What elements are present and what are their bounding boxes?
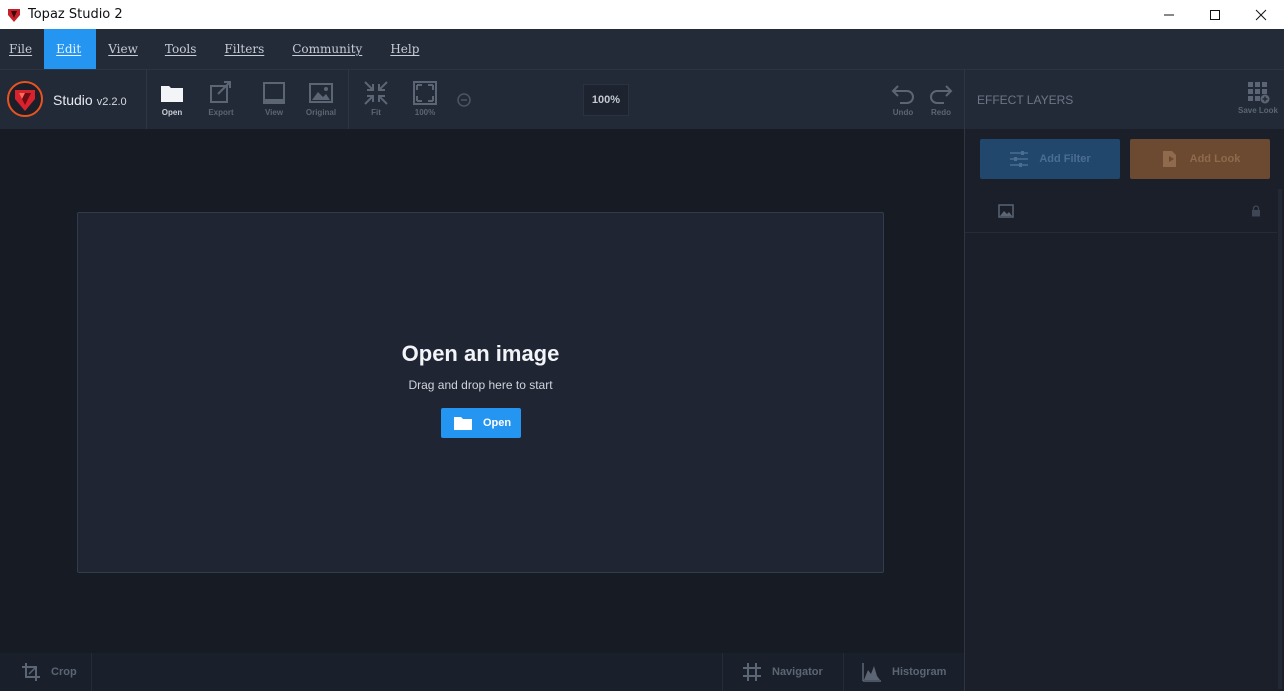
fit-tool-button[interactable]: Fit bbox=[356, 80, 396, 117]
add-look-label: Add Look bbox=[1189, 153, 1241, 165]
actual-size-tool-button[interactable]: 100% bbox=[405, 80, 445, 117]
view-tool-label: View bbox=[264, 108, 284, 117]
minimize-button[interactable] bbox=[1146, 0, 1192, 29]
lock-icon[interactable] bbox=[1251, 205, 1261, 217]
brand-name: Studio v2.2.0 bbox=[53, 92, 127, 108]
zoom-level[interactable]: 100% bbox=[583, 84, 629, 116]
maximize-icon bbox=[1210, 9, 1220, 20]
menu-community[interactable]: Community bbox=[276, 29, 374, 69]
toolbar-divider bbox=[146, 70, 147, 130]
topaz-logo-icon bbox=[7, 81, 43, 117]
histogram-icon bbox=[862, 663, 881, 682]
crop-icon bbox=[22, 663, 40, 681]
menu-view[interactable]: View bbox=[96, 29, 150, 69]
actual-size-tool-label: 100% bbox=[414, 108, 436, 117]
export-tool-button[interactable]: Export bbox=[201, 80, 241, 117]
original-tool-label: Original bbox=[305, 108, 337, 117]
minimize-icon bbox=[1164, 14, 1174, 15]
dropzone-title: Open an image bbox=[401, 341, 560, 366]
export-icon bbox=[210, 81, 231, 103]
menu-filters[interactable]: Filters bbox=[208, 29, 276, 69]
redo-icon bbox=[930, 85, 953, 104]
window-title: Topaz Studio 2 bbox=[28, 7, 123, 22]
add-filter-label: Add Filter bbox=[1039, 153, 1091, 165]
zoom-out-icon[interactable] bbox=[457, 93, 471, 107]
histogram-button[interactable]: Histogram bbox=[862, 653, 946, 691]
export-tool-label: Export bbox=[208, 108, 234, 117]
crop-button[interactable]: Crop bbox=[21, 653, 77, 691]
redo-label: Redo bbox=[931, 108, 951, 117]
bottom-divider bbox=[722, 653, 723, 691]
open-tool-button[interactable]: Open bbox=[152, 80, 192, 117]
effect-layers-panel: Add Filter Add Look bbox=[964, 129, 1284, 691]
undo-label: Undo bbox=[892, 108, 914, 117]
brand-label: Studio bbox=[53, 92, 93, 108]
open-tool-label: Open bbox=[161, 108, 183, 117]
menu-bar: File Edit View Tools Filters Community H… bbox=[0, 29, 1284, 69]
fit-tool-label: Fit bbox=[371, 108, 381, 117]
version-label: v2.2.0 bbox=[96, 96, 127, 108]
close-button[interactable] bbox=[1238, 0, 1284, 29]
sliders-icon bbox=[1010, 151, 1029, 167]
crop-label: Crop bbox=[51, 666, 77, 678]
menu-tools[interactable]: Tools bbox=[150, 29, 209, 69]
histogram-label: Histogram bbox=[892, 666, 947, 678]
original-tool-button[interactable]: Original bbox=[301, 80, 341, 117]
drop-zone[interactable]: Open an image Drag and drop here to star… bbox=[77, 212, 884, 573]
panel-title: EFFECT LAYERS bbox=[977, 93, 1074, 107]
menu-edit[interactable]: Edit bbox=[44, 29, 97, 69]
save-look-label: Save Look bbox=[1237, 106, 1278, 115]
navigator-label: Navigator bbox=[772, 666, 823, 678]
bottom-bar: Crop Navigator Histogram bbox=[0, 653, 964, 691]
maximize-button[interactable] bbox=[1192, 0, 1238, 29]
image-icon bbox=[998, 204, 1014, 218]
view-tool-button[interactable]: View bbox=[254, 80, 294, 117]
redo-button[interactable]: Redo bbox=[921, 80, 961, 117]
undo-icon bbox=[891, 85, 914, 104]
look-icon bbox=[1162, 151, 1176, 167]
main-toolbar: Studio v2.2.0 Open Export View Original F… bbox=[0, 69, 964, 130]
menu-file[interactable]: File bbox=[0, 29, 44, 69]
add-look-button[interactable]: Add Look bbox=[1130, 139, 1270, 179]
image-icon bbox=[309, 83, 333, 103]
grid-hash-icon bbox=[743, 663, 761, 681]
folder-icon bbox=[161, 86, 183, 102]
dropzone-subtitle: Drag and drop here to start bbox=[408, 378, 553, 392]
actual-size-icon bbox=[413, 81, 437, 105]
bottom-divider bbox=[91, 653, 92, 691]
open-image-label: Open bbox=[483, 417, 512, 429]
folder-icon bbox=[454, 417, 472, 430]
grid-plus-icon bbox=[1247, 82, 1270, 104]
open-image-button[interactable]: Open bbox=[441, 408, 521, 438]
title-bar: Topaz Studio 2 bbox=[0, 0, 1284, 29]
bottom-divider bbox=[843, 653, 844, 691]
navigator-button[interactable]: Navigator bbox=[742, 653, 823, 691]
fit-icon bbox=[364, 81, 388, 105]
add-filter-button[interactable]: Add Filter bbox=[980, 139, 1120, 179]
undo-button[interactable]: Undo bbox=[883, 80, 923, 117]
effect-layers-header: EFFECT LAYERS Save Look bbox=[964, 69, 1284, 129]
image-layer-row[interactable] bbox=[965, 193, 1277, 233]
panel-scrollbar[interactable] bbox=[1278, 189, 1282, 689]
toolbar-divider bbox=[348, 70, 349, 130]
menu-help[interactable]: Help bbox=[374, 29, 431, 69]
topaz-app-icon bbox=[8, 8, 20, 22]
close-icon bbox=[1255, 9, 1267, 20]
view-icon bbox=[263, 82, 285, 104]
save-look-button[interactable]: Save Look bbox=[1238, 80, 1278, 115]
image-canvas: Open an image Drag and drop here to star… bbox=[0, 129, 964, 653]
